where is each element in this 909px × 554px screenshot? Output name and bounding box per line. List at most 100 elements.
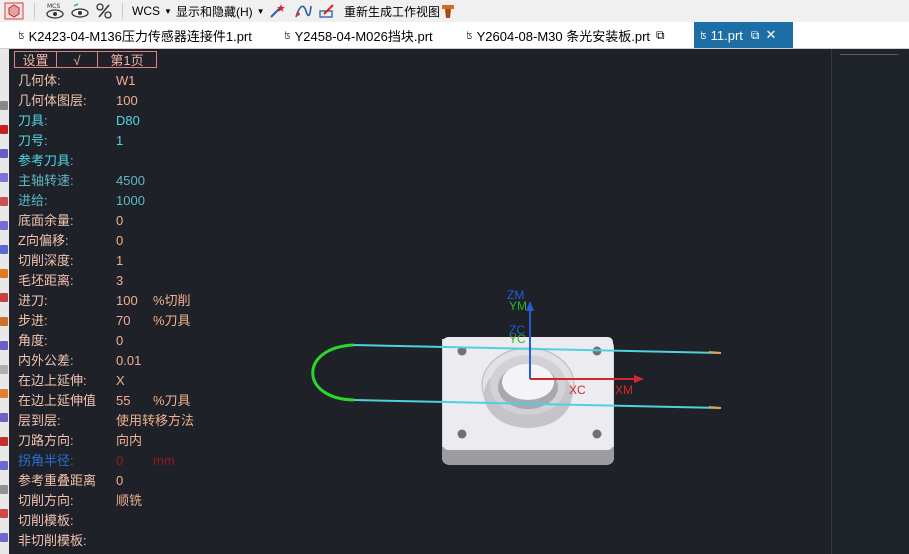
restore-icon[interactable]: ⧉ [751, 28, 760, 43]
bucket-icon[interactable] [440, 0, 456, 22]
tab-k2423[interactable]: ʦ K2423-04-M136压力传感器连接件1.prt [18, 22, 252, 48]
hide-percent-icon[interactable] [94, 0, 114, 22]
resource-icon[interactable] [0, 341, 8, 350]
parameter-row[interactable]: Z向偏移: 0 [18, 231, 123, 251]
parameter-value[interactable]: 0 [116, 471, 123, 491]
parameter-row[interactable]: 底面余量: 0 [18, 211, 123, 231]
cube-view-icon[interactable] [4, 0, 24, 22]
parameter-row[interactable]: 刀路方向: 向内 [18, 431, 142, 451]
parameter-value[interactable]: 1 [116, 251, 123, 271]
parameter-value[interactable]: D80 [116, 111, 140, 131]
parameter-value[interactable]: 100 [116, 291, 138, 311]
parameter-row[interactable]: 刀号: 1 [18, 131, 123, 151]
parameter-row[interactable]: 在边上延伸值 55 %刀具 [18, 391, 191, 411]
resource-icon[interactable] [0, 533, 8, 542]
parameter-value[interactable]: 55 [116, 391, 130, 411]
parameter-value[interactable]: 3 [116, 271, 123, 291]
resource-icon[interactable] [0, 437, 8, 446]
toolbar: MCS WCS ▼ 显示和隐藏(H) ▼ 重新生成工作视图 [0, 0, 909, 23]
resource-icon[interactable] [0, 125, 8, 134]
restore-icon[interactable]: ⧉ [656, 28, 665, 43]
parameter-value[interactable]: 100 [116, 91, 138, 111]
resource-icon[interactable] [0, 269, 8, 278]
tab-y2458[interactable]: ʦ Y2458-04-M026挡块.prt [284, 22, 433, 48]
resource-icon[interactable] [0, 197, 8, 206]
parameter-row[interactable]: 层到层: 使用转移方法 [18, 411, 194, 431]
parameter-row[interactable]: 非切削模板: [18, 531, 87, 551]
resource-icon[interactable] [0, 173, 8, 182]
show-mcs-icon[interactable]: MCS [44, 0, 66, 22]
parameter-row[interactable]: 几何体图层: 100 [18, 91, 138, 111]
page-selector[interactable]: 第1页 [98, 51, 157, 68]
parameter-row[interactable]: 主轴转速: 4500 [18, 171, 145, 191]
parameter-value[interactable]: 顺铣 [116, 491, 142, 511]
parameter-value[interactable]: 使用转移方法 [116, 411, 194, 431]
parameter-value[interactable]: 0 [116, 331, 123, 351]
parameter-value[interactable]: W1 [116, 71, 136, 91]
magic-wand-icon[interactable] [268, 0, 286, 22]
parameter-row[interactable]: 内外公差: 0.01 [18, 351, 141, 371]
parameter-unit: %刀具 [153, 313, 191, 328]
show-eye-icon[interactable] [70, 0, 90, 22]
tab-11-prt[interactable]: ʦ 11.prt ⧉ ✕ [694, 22, 793, 48]
parameter-row[interactable]: 步进: 70 %刀具 [18, 311, 191, 331]
parameter-value[interactable]: 1 [116, 131, 123, 151]
parameter-value[interactable]: 70 [116, 311, 130, 331]
parameter-value[interactable]: 0 [116, 231, 123, 251]
part-file-icon: ʦ [466, 28, 473, 42]
tab-y2604[interactable]: ʦ Y2604-08-M30 条光安装板.prt ⧉ [466, 22, 665, 48]
parameter-row[interactable]: 毛坯距离: 3 [18, 271, 123, 291]
parameter-value[interactable]: 0 [116, 211, 123, 231]
parameter-label: 毛坯距离: [18, 273, 74, 288]
wcs-dropdown[interactable]: WCS ▼ [132, 0, 172, 22]
parameter-row[interactable]: 进刀: 100 %切削 [18, 291, 191, 311]
parameter-label: 层到层: [18, 413, 61, 428]
resource-icon[interactable] [0, 245, 8, 254]
parameter-value[interactable]: 0.01 [116, 351, 141, 371]
show-hide-dropdown[interactable]: 显示和隐藏(H) ▼ [176, 0, 265, 22]
regen-work-view-button[interactable]: 重新生成工作视图 [344, 0, 440, 22]
chevron-down-icon: ▼ [164, 6, 172, 16]
parameter-value[interactable]: 4500 [116, 171, 145, 191]
document-tab-bar: ʦ K2423-04-M136压力传感器连接件1.prt ʦ Y2458-04-… [0, 22, 909, 49]
parameter-value[interactable]: 向内 [116, 431, 142, 451]
parameter-row[interactable]: 切削模板: [18, 511, 74, 531]
regen-label: 重新生成工作视图 [344, 4, 441, 19]
parameter-row[interactable]: 刀具: D80 [18, 111, 140, 131]
parameter-row[interactable]: 切削方向: 顺铣 [18, 491, 142, 511]
axis-label-yc: YC [509, 332, 526, 346]
svg-text:MCS: MCS [47, 3, 60, 10]
parameter-label: 刀具: [18, 113, 48, 128]
resource-icon[interactable] [0, 509, 8, 518]
resource-icon[interactable] [0, 221, 8, 230]
parameter-label: 角度: [18, 333, 48, 348]
parameter-value[interactable]: 0 [116, 451, 123, 471]
parameter-row[interactable]: 进给: 1000 [18, 191, 145, 211]
resource-icon[interactable] [0, 389, 8, 398]
parameter-row[interactable]: 角度: 0 [18, 331, 123, 351]
axis-label-xc: XC [569, 383, 586, 397]
parameter-value[interactable]: X [116, 371, 125, 391]
parameter-row[interactable]: 在边上延伸: X [18, 371, 125, 391]
parameter-label: 刀号: [18, 133, 48, 148]
parameter-value[interactable]: 1000 [116, 191, 145, 211]
resource-icon[interactable] [0, 365, 8, 374]
part-file-icon: ʦ [18, 28, 25, 42]
close-icon[interactable]: ✕ [765, 27, 776, 43]
resource-icon[interactable] [0, 317, 8, 326]
parameter-row[interactable]: 拐角半径: 0 mm [18, 451, 175, 471]
parameter-row[interactable]: 参考刀具: [18, 151, 74, 171]
resource-icon[interactable] [0, 461, 8, 470]
curve-pen-icon[interactable] [294, 0, 312, 22]
confirm-check-button[interactable]: √ [57, 51, 98, 68]
parameter-row[interactable]: 参考重叠距离 0 [18, 471, 123, 491]
parameter-row[interactable]: 几何体: W1 [18, 71, 136, 91]
resource-icon[interactable] [0, 149, 8, 158]
resource-icon[interactable] [0, 293, 8, 302]
resource-icon[interactable] [0, 485, 8, 494]
parameter-row[interactable]: 切削深度: 1 [18, 251, 123, 271]
settings-button[interactable]: 设置 [14, 51, 57, 68]
edit-sketch-icon[interactable] [318, 0, 336, 22]
resource-icon[interactable] [0, 101, 8, 110]
resource-icon[interactable] [0, 413, 8, 422]
